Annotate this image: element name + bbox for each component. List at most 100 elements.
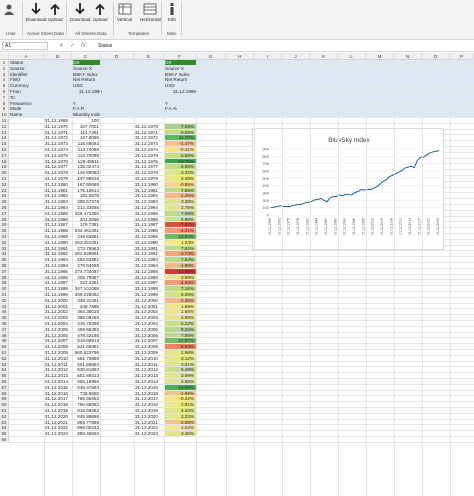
row-header[interactable]: 30 [0, 228, 9, 233]
date-cell[interactable]: 31.12.1978 [44, 170, 72, 175]
header-label-cell[interactable]: Name [10, 112, 44, 117]
date-cell[interactable]: 31.12.2010 [134, 356, 164, 361]
column-header-k[interactable]: K [310, 53, 338, 60]
value-cell[interactable]: 274.734087 [72, 269, 100, 274]
date-cell[interactable]: 31.12.2016 [134, 391, 164, 396]
return-cell[interactable]: 3.58% [164, 274, 196, 280]
name-box[interactable]: A1 [2, 42, 48, 50]
return-cell[interactable]: -4.92% [164, 280, 196, 286]
return-cell[interactable]: 1.02% [164, 425, 196, 431]
return-cell[interactable]: -2.35% [164, 297, 196, 303]
date-cell[interactable]: 31.12.2017 [44, 396, 72, 401]
cancel-icon[interactable]: ✕ [59, 42, 64, 50]
return-cell[interactable]: 2.75% [164, 205, 196, 210]
value-cell[interactable]: 736.5655 [72, 391, 100, 396]
date-cell[interactable]: 31.12.1997 [44, 280, 72, 285]
value-cell[interactable]: 845.88668 [72, 414, 100, 419]
row-header[interactable]: 54 [0, 367, 9, 372]
header-value-cell[interactable]: USD [72, 83, 100, 88]
return-cell[interactable]: 12.64% [164, 234, 196, 239]
return-cell[interactable]: 3.40% [164, 431, 196, 436]
row-header[interactable]: 64 [0, 425, 9, 430]
value-cell[interactable]: 127.8066 [72, 135, 100, 140]
date-cell[interactable]: 31.12.1989 [44, 234, 72, 239]
return-cell[interactable]: 2.49% [164, 176, 196, 181]
header-label-cell[interactable]: Source [10, 66, 44, 71]
date-cell[interactable]: 31.12.1987 [44, 222, 72, 227]
row-header[interactable]: 26 [0, 205, 9, 210]
value-cell[interactable]: 234.461391 [72, 228, 100, 233]
value-cell[interactable]: 206.57375 [72, 199, 100, 204]
value-cell[interactable]: 785.66552 [72, 396, 100, 401]
date-cell[interactable]: 31.12.1994 [44, 263, 72, 268]
row-header[interactable]: 35 [0, 257, 9, 262]
user-button[interactable] [2, 2, 16, 28]
value-cell[interactable]: 226.471356 [72, 211, 100, 216]
value-cell[interactable]: 262.528691 [72, 251, 100, 256]
date-cell[interactable]: 31.12.1983 [44, 199, 72, 204]
date-cell[interactable]: 31.12.2001 [134, 304, 164, 309]
return-cell[interactable]: -0.85% [164, 181, 196, 187]
row-header[interactable]: 36 [0, 263, 9, 268]
column-header-f[interactable]: F [164, 53, 196, 60]
value-cell[interactable]: 560.622799 [72, 350, 100, 355]
date-cell[interactable]: 31.12.2015 [134, 385, 164, 390]
column-header-b[interactable]: B [44, 53, 72, 60]
value-cell[interactable]: 114.74069 [72, 147, 100, 152]
date-cell[interactable]: 31.12.1996 [44, 275, 72, 280]
return-cell[interactable]: 3.12% [164, 355, 196, 361]
return-cell[interactable]: 12.67% [164, 338, 196, 344]
date-cell[interactable]: 31.12.2009 [134, 350, 164, 355]
value-cell[interactable]: 581.73859 [72, 356, 100, 361]
date-cell[interactable]: 31.12.1981 [44, 188, 72, 193]
select-all-corner[interactable] [0, 53, 9, 60]
header-label-cell[interactable]: Mode [10, 106, 44, 111]
date-cell[interactable]: 31.12.1996 [134, 275, 164, 280]
header-value-cell[interactable]: 31.12.1969 [72, 89, 102, 94]
value-cell[interactable]: 518.69813 [72, 338, 100, 343]
header-value-cell[interactable] [164, 95, 196, 100]
row-header[interactable]: 15 [0, 141, 9, 146]
date-cell[interactable]: 31.12.1974 [134, 147, 164, 152]
date-cell[interactable]: 31.12.2008 [44, 344, 72, 349]
date-cell[interactable]: 31.12.1969 [44, 118, 72, 123]
date-cell[interactable]: 31.12.2006 [44, 333, 72, 338]
header-value-cell[interactable]: BSKY Index [164, 72, 196, 77]
date-cell[interactable]: 31.12.1995 [44, 269, 72, 274]
return-cell[interactable]: -0.41% [164, 147, 196, 152]
date-cell[interactable]: 31.12.1992 [44, 251, 72, 256]
date-cell[interactable]: 31.12.1979 [44, 176, 72, 181]
date-cell[interactable]: 31.12.1972 [134, 135, 164, 140]
date-cell[interactable]: 31.12.2018 [44, 402, 72, 407]
date-cell[interactable]: 31.12.1971 [44, 130, 72, 135]
row-header[interactable]: 9 [0, 106, 9, 111]
return-cell[interactable]: -1.47% [164, 141, 196, 146]
value-cell[interactable]: 322.4361 [72, 280, 100, 285]
row-header[interactable]: 66 [0, 437, 9, 442]
value-cell[interactable]: 651.69313 [72, 373, 100, 378]
return-cell[interactable]: -4.21% [164, 228, 196, 233]
row-header[interactable]: 57 [0, 384, 9, 390]
row-header[interactable]: 58 [0, 390, 9, 396]
date-cell[interactable]: 31.12.2022 [134, 425, 164, 430]
return-cell[interactable]: 6.22% [164, 321, 196, 326]
row-header[interactable]: 14 [0, 135, 9, 140]
return-cell[interactable]: 7.16% [164, 286, 196, 291]
date-cell[interactable]: 31.12.2008 [134, 344, 164, 349]
date-cell[interactable]: 31.12.2007 [134, 338, 164, 343]
row-header[interactable]: 12 [0, 123, 9, 129]
date-cell[interactable]: 31.12.1980 [134, 182, 164, 187]
row-header[interactable]: 4 [0, 77, 9, 82]
return-cell[interactable]: 5.25% [164, 292, 196, 297]
return-cell[interactable]: 7.06% [164, 210, 196, 216]
date-cell[interactable]: 31.12.2011 [134, 362, 164, 367]
column-header-a[interactable]: A [9, 53, 44, 60]
date-cell[interactable]: 31.12.2003 [134, 315, 164, 320]
row-header[interactable]: 10 [0, 112, 9, 117]
row-header[interactable]: 45 [0, 315, 9, 320]
date-cell[interactable]: 31.12.2013 [44, 373, 72, 378]
function-icon[interactable]: fx [81, 42, 86, 50]
row-header[interactable]: 2 [0, 65, 9, 71]
date-cell[interactable]: 31.12.2000 [44, 298, 72, 303]
value-cell[interactable]: 345.31361 [72, 298, 100, 303]
